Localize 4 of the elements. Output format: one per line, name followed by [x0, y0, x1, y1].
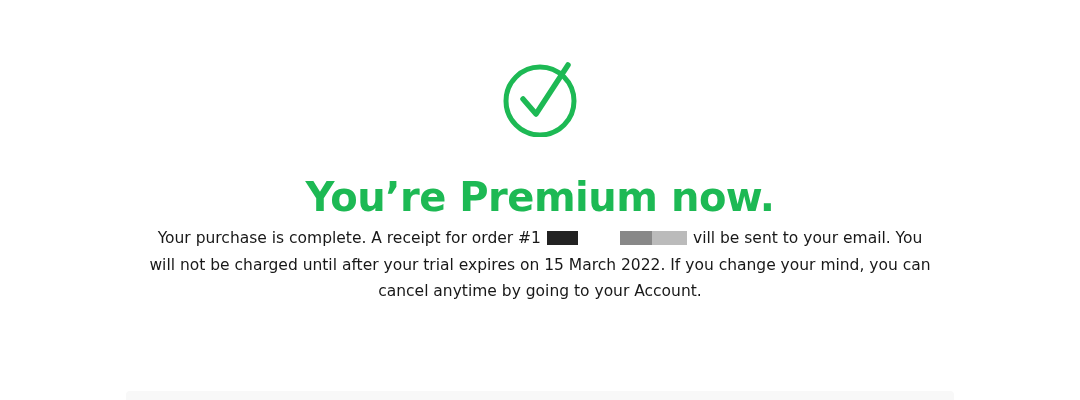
message-text: vill be sent to your email. You [692, 228, 923, 249]
message-text: Your purchase is complete. A receipt for order #1 [157, 228, 541, 249]
headline: You’re Premium now. [305, 173, 775, 222]
message-text: will not be charged until after your trial expires on 15 March 2022. If you change your mind, you can cancel anytime by going to your Account. [148, 254, 932, 302]
